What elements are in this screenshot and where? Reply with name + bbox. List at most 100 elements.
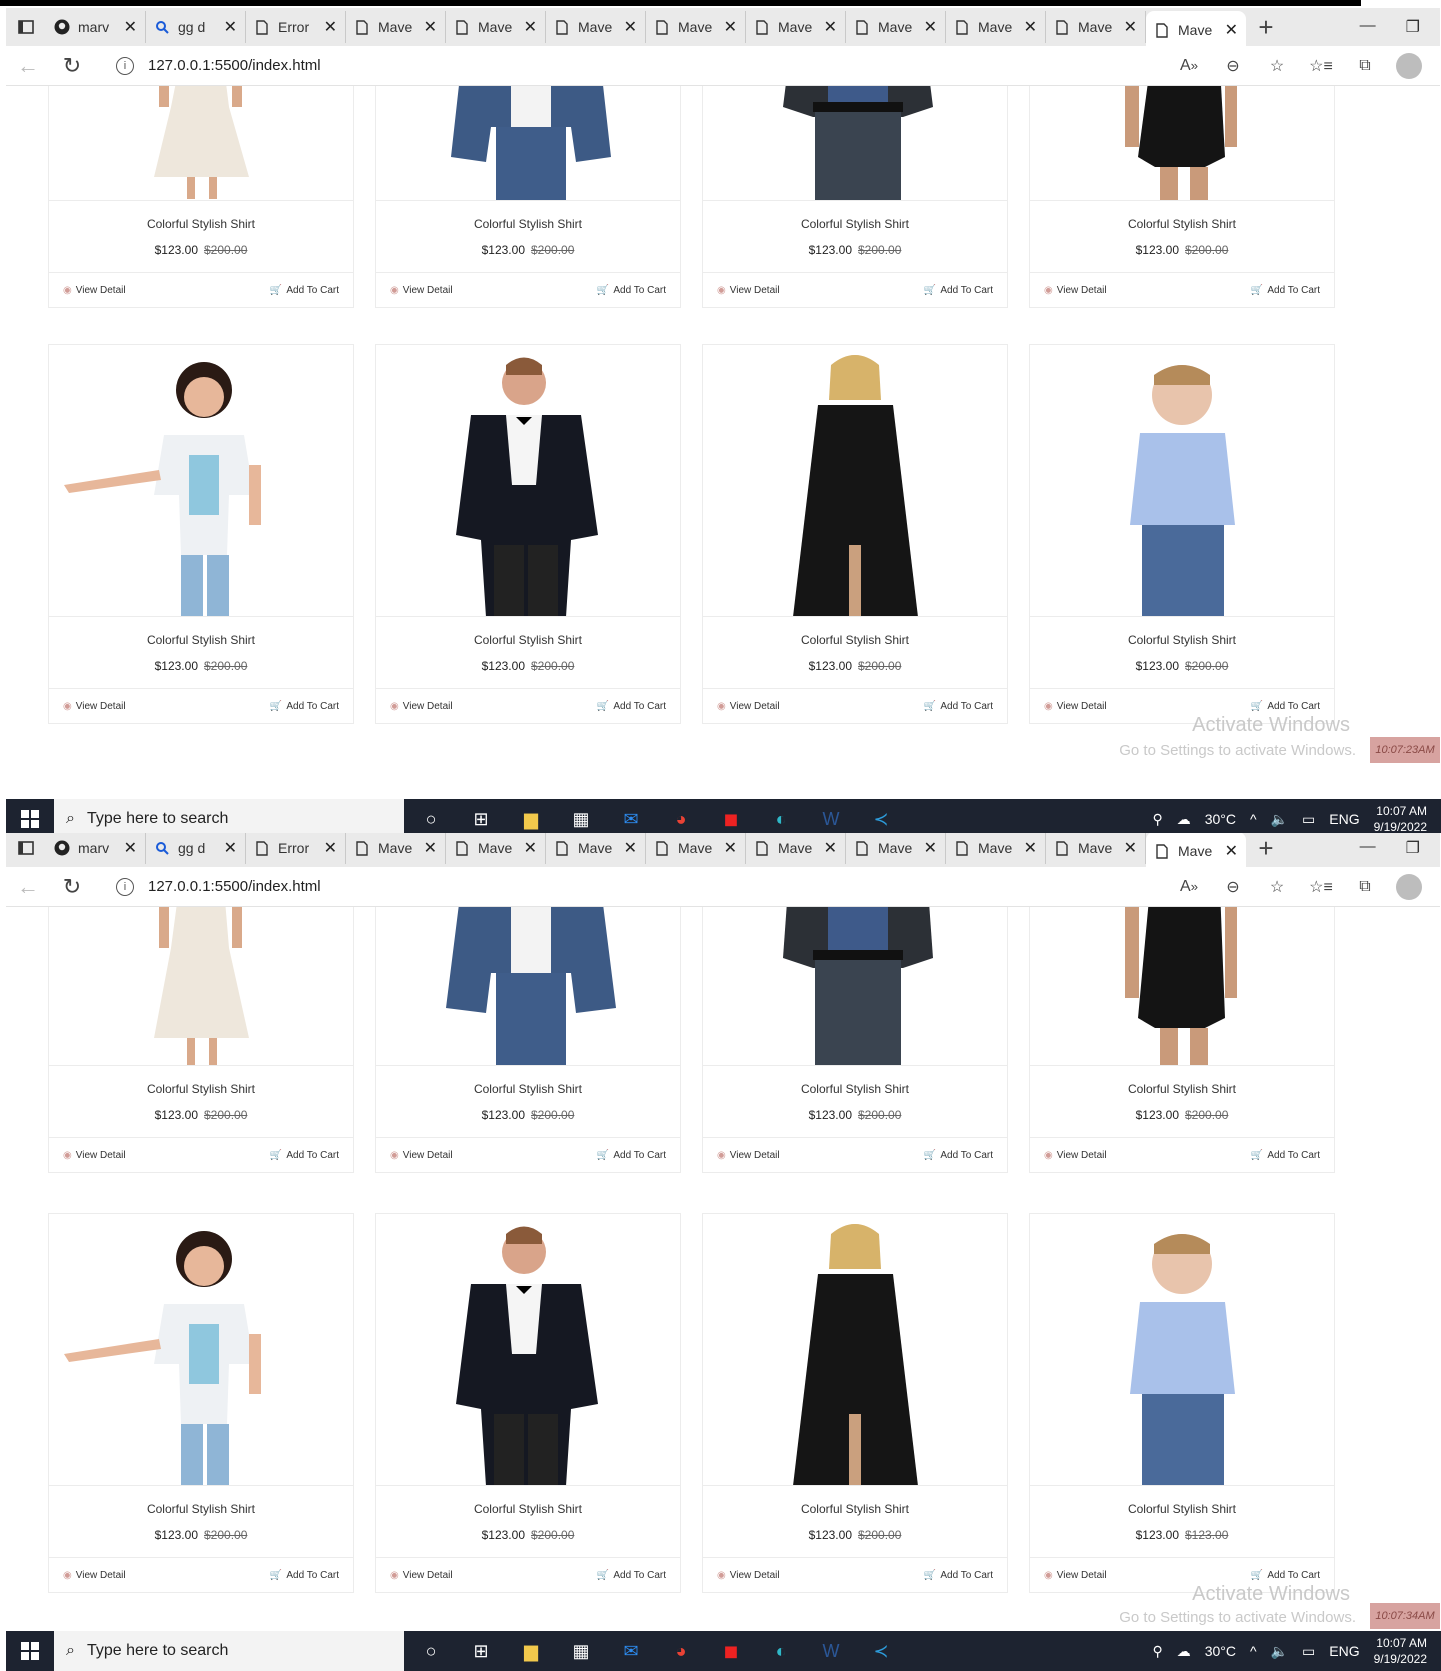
taskbar-search-box[interactable]: ⌕ Type here to search	[54, 799, 404, 833]
close-tab-icon[interactable]: ✕	[1225, 20, 1238, 40]
minimize-icon[interactable]: —	[1360, 838, 1376, 858]
view-detail-button[interactable]: ◉ View Detail	[63, 1570, 126, 1581]
close-tab-icon[interactable]: ✕	[1124, 838, 1137, 858]
browser-tab[interactable]: Error ✕	[246, 11, 346, 43]
collections-icon[interactable]: ⧉	[1352, 874, 1378, 900]
zoom-out-icon[interactable]: ⊖	[1220, 53, 1246, 79]
battery-icon[interactable]: ▭	[1302, 811, 1315, 828]
product-image[interactable]	[1030, 907, 1334, 1066]
browser-tab[interactable]: Mave ✕	[546, 833, 646, 864]
view-detail-button[interactable]: ◉ View Detail	[63, 701, 126, 712]
browser-tab[interactable]: Mave ✕	[946, 11, 1046, 43]
close-tab-icon[interactable]: ✕	[424, 17, 437, 37]
browser-tab[interactable]: Mave ✕	[746, 11, 846, 43]
view-detail-button[interactable]: ◉ View Detail	[390, 285, 453, 296]
close-tab-icon[interactable]: ✕	[524, 17, 537, 37]
zoom-out-icon[interactable]: ⊖	[1220, 874, 1246, 900]
product-image[interactable]	[376, 1214, 680, 1486]
browser-tab[interactable]: Mave ✕	[446, 833, 546, 864]
chrome-icon[interactable]: ◕	[656, 799, 706, 833]
product-image[interactable]	[376, 345, 680, 617]
view-detail-button[interactable]: ◉ View Detail	[390, 701, 453, 712]
favorites-icon[interactable]: ☆≡	[1308, 874, 1334, 900]
site-info-icon[interactable]: i	[116, 877, 134, 896]
refresh-button[interactable]: ↻	[50, 874, 94, 900]
vscode-icon[interactable]: ≺	[856, 799, 906, 833]
add-to-cart-button[interactable]: 🛒 Add To Cart	[924, 285, 993, 296]
weather-icon[interactable]: ☁	[1177, 811, 1191, 828]
add-to-cart-button[interactable]: 🛒 Add To Cart	[1251, 285, 1320, 296]
favorites-icon[interactable]: ☆≡	[1308, 53, 1334, 79]
close-tab-icon[interactable]: ✕	[524, 838, 537, 858]
view-detail-button[interactable]: ◉ View Detail	[390, 1150, 453, 1161]
clock[interactable]: 10:07 AM 9/19/2022	[1374, 1635, 1427, 1667]
word-icon[interactable]: W	[806, 1631, 856, 1671]
browser-tab[interactable]: Mave ✕	[846, 833, 946, 864]
browser-tab[interactable]: marv ✕	[46, 11, 146, 43]
read-aloud-icon[interactable]: A»	[1176, 53, 1202, 79]
show-hidden-icons-icon[interactable]: ^	[1250, 1643, 1257, 1659]
close-tab-icon[interactable]: ✕	[1024, 838, 1037, 858]
edge-icon[interactable]: ◐	[756, 1631, 806, 1671]
people-icon[interactable]: ⚲	[1152, 811, 1162, 828]
add-to-cart-button[interactable]: 🛒 Add To Cart	[270, 1150, 339, 1161]
read-aloud-icon[interactable]: A»	[1176, 874, 1202, 900]
add-to-cart-button[interactable]: 🛒 Add To Cart	[270, 1570, 339, 1581]
browser-tab[interactable]: Mave ✕	[346, 833, 446, 864]
close-tab-icon[interactable]: ✕	[824, 17, 837, 37]
browser-tab-active[interactable]: Mave ✕	[1146, 11, 1246, 49]
mail-icon[interactable]: ✉	[606, 1631, 656, 1671]
add-to-cart-button[interactable]: 🛒 Add To Cart	[597, 285, 666, 296]
profile-avatar[interactable]	[1396, 873, 1422, 900]
vscode-icon[interactable]: ≺	[856, 1631, 906, 1671]
product-image[interactable]	[703, 1214, 1007, 1486]
add-favorite-icon[interactable]: ☆	[1264, 53, 1290, 79]
word-icon[interactable]: W	[806, 799, 856, 833]
minimize-icon[interactable]: —	[1360, 17, 1376, 37]
file-explorer-icon[interactable]: ▆	[506, 1631, 556, 1671]
windows-start-icon[interactable]	[6, 1631, 54, 1671]
chrome-icon[interactable]: ◕	[656, 1631, 706, 1671]
add-to-cart-button[interactable]: 🛒 Add To Cart	[270, 285, 339, 296]
close-tab-icon[interactable]: ✕	[724, 838, 737, 858]
taskbar-search-box[interactable]: ⌕ Type here to search	[54, 1631, 404, 1671]
product-image[interactable]	[1030, 345, 1334, 617]
browser-tab[interactable]: Error ✕	[246, 833, 346, 864]
close-tab-icon[interactable]: ✕	[1124, 17, 1137, 37]
garena-icon[interactable]: ◼	[706, 1631, 756, 1671]
close-tab-icon[interactable]: ✕	[624, 838, 637, 858]
close-tab-icon[interactable]: ✕	[824, 838, 837, 858]
add-favorite-icon[interactable]: ☆	[1264, 874, 1290, 900]
volume-icon[interactable]: 🔈	[1271, 811, 1288, 828]
product-image[interactable]	[49, 1214, 353, 1486]
cortana-icon[interactable]: ○	[406, 799, 456, 833]
close-tab-icon[interactable]: ✕	[324, 17, 337, 37]
product-image[interactable]	[703, 345, 1007, 617]
view-detail-button[interactable]: ◉ View Detail	[1044, 1150, 1107, 1161]
add-to-cart-button[interactable]: 🛒 Add To Cart	[597, 1570, 666, 1581]
browser-tab[interactable]: Mave ✕	[646, 833, 746, 864]
view-detail-button[interactable]: ◉ View Detail	[717, 285, 780, 296]
close-tab-icon[interactable]: ✕	[924, 17, 937, 37]
browser-tab[interactable]: gg d ✕	[146, 11, 246, 43]
windows-start-icon[interactable]	[6, 799, 54, 833]
close-tab-icon[interactable]: ✕	[224, 838, 237, 858]
view-detail-button[interactable]: ◉ View Detail	[1044, 285, 1107, 296]
view-detail-button[interactable]: ◉ View Detail	[63, 1150, 126, 1161]
url-field[interactable]: i 127.0.0.1:5500/index.html	[102, 871, 1052, 903]
url-field[interactable]: i 127.0.0.1:5500/index.html	[102, 50, 1052, 82]
view-detail-button[interactable]: ◉ View Detail	[1044, 701, 1107, 712]
close-tab-icon[interactable]: ✕	[624, 17, 637, 37]
view-detail-button[interactable]: ◉ View Detail	[1044, 1570, 1107, 1581]
back-button[interactable]: ←	[6, 53, 50, 79]
microsoft-store-icon[interactable]: ▦	[556, 1631, 606, 1671]
close-tab-icon[interactable]: ✕	[1225, 841, 1238, 861]
restore-icon[interactable]: ❐	[1406, 17, 1420, 37]
browser-tab[interactable]: Mave ✕	[546, 11, 646, 43]
tab-actions-menu-icon[interactable]	[6, 8, 46, 46]
browser-tab[interactable]: Mave ✕	[646, 11, 746, 43]
edge-icon[interactable]: ◐	[756, 799, 806, 833]
product-image[interactable]	[376, 907, 680, 1066]
add-to-cart-button[interactable]: 🛒 Add To Cart	[924, 701, 993, 712]
browser-tab[interactable]: Mave ✕	[1046, 11, 1146, 43]
